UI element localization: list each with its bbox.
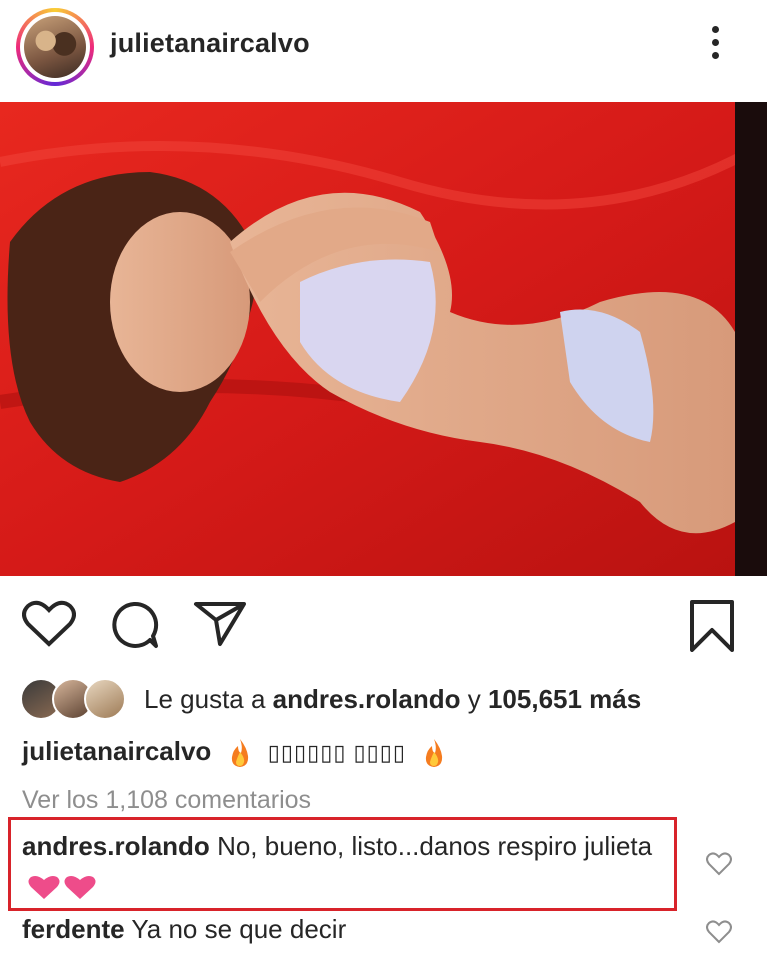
caption-text: ▯▯▯▯▯▯ ▯▯▯▯ xyxy=(267,740,406,765)
fire-emoji-icon xyxy=(231,739,248,768)
pink-hearts-emoji-icon xyxy=(28,876,96,900)
comment-text: No, bueno, listo...danos respiro julieta xyxy=(217,831,653,861)
comment-username[interactable]: ferdente xyxy=(22,914,125,944)
comment-like-heart-icon[interactable] xyxy=(706,852,732,876)
more-options-icon[interactable] xyxy=(704,26,726,68)
share-icon[interactable] xyxy=(192,600,248,648)
like-heart-icon[interactable] xyxy=(22,600,76,648)
action-bar xyxy=(0,590,767,660)
comment-text: Ya no se que decir xyxy=(131,914,347,944)
comment-like-heart-icon[interactable] xyxy=(706,920,732,944)
comment-username[interactable]: andres.rolando xyxy=(22,831,210,861)
comment: andres.rolando No, bueno, listo...danos … xyxy=(22,826,662,906)
post-caption: julietanaircalvo ▯▯▯▯▯▯ ▯▯▯▯ xyxy=(22,736,455,768)
comment-icon[interactable] xyxy=(108,600,160,650)
liker-username[interactable]: andres.rolando xyxy=(273,684,461,714)
caption-username[interactable]: julietanaircalvo xyxy=(22,736,211,766)
save-bookmark-icon[interactable] xyxy=(688,600,736,652)
likes-summary[interactable]: Le gusta a andres.rolando y 105,651 más xyxy=(20,676,760,722)
view-all-comments-link[interactable]: Ver los 1,108 comentarios xyxy=(22,786,311,815)
header-username[interactable]: julietanaircalvo xyxy=(110,28,310,59)
fire-emoji-icon xyxy=(426,739,443,768)
post-photo[interactable] xyxy=(0,102,767,576)
profile-avatar[interactable] xyxy=(16,8,94,86)
likes-text: Le gusta a andres.rolando y 105,651 más xyxy=(144,684,642,714)
likes-count[interactable]: 105,651 más xyxy=(488,684,641,714)
comment: ferdente Ya no se que decir xyxy=(22,914,346,945)
post-header: julietanaircalvo xyxy=(0,0,767,96)
liker-avatar xyxy=(84,678,126,720)
